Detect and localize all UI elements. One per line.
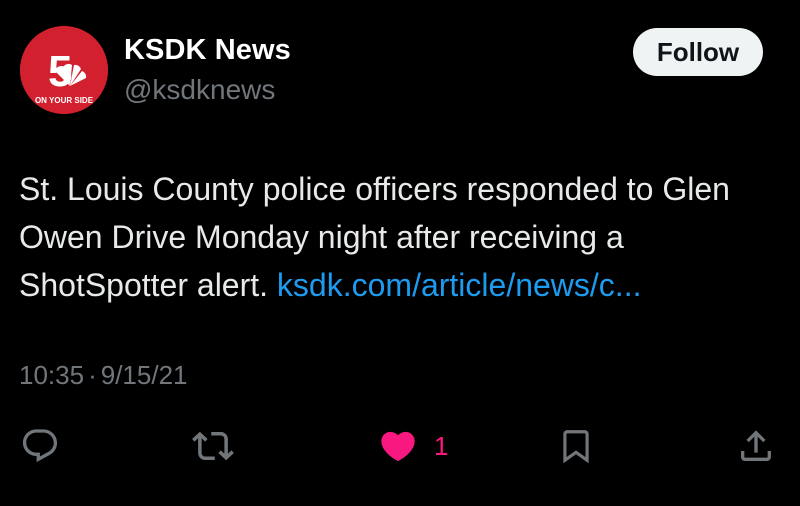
avatar-tagline: ON YOUR SIDE <box>35 96 94 105</box>
retweet-button[interactable] <box>192 424 234 468</box>
tweet-time: 10:35 <box>19 360 85 390</box>
author-name[interactable]: KSDK News <box>124 34 291 67</box>
bookmark-button[interactable] <box>557 424 595 468</box>
tweet-card: 5 ON YOUR SIDE KSDK News @ksdknews Follo… <box>0 0 800 506</box>
reply-icon <box>22 429 58 463</box>
follow-button[interactable]: Follow <box>633 28 763 76</box>
tweet-timestamp[interactable]: 10:35 · 9/15/21 <box>19 360 188 391</box>
tweet-link[interactable]: ksdk.com/article/news/c... <box>277 267 642 303</box>
reply-button[interactable] <box>20 424 60 468</box>
avatar-number: 5 <box>48 47 72 96</box>
tweet-text: St. Louis County police officers respond… <box>19 165 789 309</box>
share-icon <box>741 430 771 461</box>
share-button[interactable] <box>736 424 776 468</box>
retweet-icon <box>192 431 234 461</box>
timestamp-separator: · <box>88 360 97 390</box>
avatar[interactable]: 5 ON YOUR SIDE <box>20 26 108 114</box>
tweet-date: 9/15/21 <box>100 360 188 390</box>
ksdk-logo-icon: 5 ON YOUR SIDE <box>20 26 108 114</box>
like-count: 1 <box>434 430 449 461</box>
heart-icon <box>381 431 415 462</box>
like-button[interactable]: 1 <box>378 424 448 468</box>
bookmark-icon <box>563 430 589 464</box>
author-handle[interactable]: @ksdknews <box>124 74 275 106</box>
